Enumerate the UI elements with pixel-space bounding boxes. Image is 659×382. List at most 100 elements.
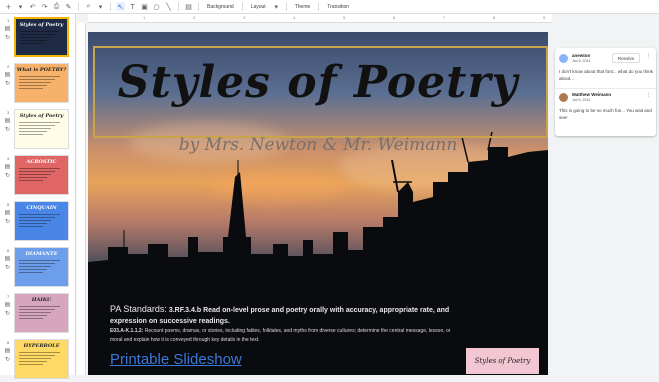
- slide-thumbnail[interactable]: HAIKU: [14, 293, 69, 333]
- thumbnail-text-line: [19, 266, 52, 267]
- printable-slideshow-link[interactable]: Printable Slideshow: [110, 351, 242, 368]
- background-button[interactable]: Background: [204, 4, 237, 10]
- slide-thumbnail[interactable]: CINQUAIN: [14, 201, 69, 241]
- slide-thumbnail-row[interactable]: 4 ▤ ↻ ACROSTIC: [0, 154, 76, 198]
- toolbar: + ▾ ↶ ↷ ⎙ ✎ ⌕ ▾ ↖ T ▣ ○ ╲ ▤ Background L…: [0, 0, 659, 14]
- standards-text-box[interactable]: PA Standards: 3.RF.3.4.b Read on-level p…: [110, 304, 460, 345]
- transition-icon: ↻: [4, 34, 11, 41]
- avatar: [559, 93, 568, 102]
- layout-button[interactable]: Layout: [248, 4, 269, 10]
- slide-thumbnail-title: HAIKU: [31, 297, 52, 303]
- avatar: [559, 54, 568, 63]
- paint-format-icon[interactable]: ✎: [64, 2, 73, 11]
- more-options-icon[interactable]: ⋮: [646, 53, 651, 59]
- slide-thumbnail[interactable]: What is POETRY?: [14, 63, 69, 103]
- thumbnail-text-line: [19, 177, 48, 178]
- slide-title[interactable]: Styles of Poetry: [88, 57, 548, 108]
- resolve-button[interactable]: Resolve: [612, 53, 640, 63]
- chevron-down-icon[interactable]: ▾: [272, 2, 281, 11]
- slide-thumbnail-title: DIAMANTE: [25, 251, 58, 257]
- comment-icon: ▤: [4, 347, 11, 354]
- thumbnail-text-line: [19, 214, 60, 215]
- slide-subtitle[interactable]: by Mrs. Newton & Mr. Weimann: [88, 135, 548, 155]
- transition-button[interactable]: Transition: [324, 4, 352, 10]
- ruler-mark: 8: [493, 15, 496, 20]
- slide-thumbnail-body: [20, 31, 63, 46]
- slide-thumbnail-title: Styles of Poetry: [19, 113, 64, 119]
- comment-icon[interactable]: ▤: [184, 2, 193, 11]
- slide-thumbnail-body: [19, 260, 64, 275]
- thumbnail-text-line: [19, 125, 56, 126]
- thumbnail-text-line: [19, 220, 52, 221]
- slide-thumbnail-row[interactable]: 3 ▤ ↻ Styles of Poetry: [0, 108, 76, 152]
- zoom-icon[interactable]: ⌕: [84, 2, 93, 11]
- slide-thumbnail-body: [19, 122, 64, 137]
- image-icon[interactable]: ▣: [140, 2, 149, 11]
- text-box-icon[interactable]: T: [128, 2, 137, 11]
- thumbnail-text-line: [19, 312, 52, 313]
- thumbnail-text-line: [19, 223, 48, 224]
- thumbnail-text-line: [19, 315, 48, 316]
- slide-thumbnail-body: [19, 214, 64, 229]
- transition-icon: ↻: [4, 80, 11, 87]
- transition-icon: ↻: [4, 126, 11, 133]
- comment-author: anewton: [572, 53, 591, 58]
- transition-icon: ↻: [4, 356, 11, 363]
- theme-button[interactable]: Theme: [292, 4, 314, 10]
- slide-status-icons: ▤ ↻: [3, 348, 12, 363]
- slide-thumbnail-row[interactable]: 8 ▤ ↻ HYPERBOLE: [0, 338, 76, 382]
- horizontal-ruler[interactable]: 1 2 3 4 5 6 7 8 9: [88, 14, 552, 23]
- slide-status-icons: ▤ ↻: [3, 302, 12, 317]
- toolbar-divider: [318, 2, 320, 11]
- more-options-icon[interactable]: ⋮: [646, 92, 651, 98]
- undo-icon[interactable]: ↶: [28, 2, 37, 11]
- comments-panel: anewton Jan 6, 2014 Resolve ⋮ I don't kn…: [552, 14, 659, 375]
- slide-thumbnail-row[interactable]: 7 ▤ ↻ HAIKU: [0, 292, 76, 336]
- chevron-down-icon[interactable]: ▾: [96, 2, 105, 11]
- comment-divider: [555, 88, 656, 89]
- ruler-mark: 9: [543, 15, 546, 20]
- slide-thumbnail[interactable]: HYPERBOLE: [14, 339, 69, 379]
- toolbar-divider: [285, 2, 287, 11]
- thumbnail-text-line: [20, 37, 51, 38]
- thumbnail-text-line: [19, 352, 60, 353]
- slide-thumbnail-title: What is POETRY?: [16, 67, 67, 73]
- toolbar-divider: [178, 2, 179, 11]
- thumbnail-text-line: [19, 361, 48, 362]
- slide-thumbnail-row[interactable]: 5 ▤ ↻ CINQUAIN: [0, 200, 76, 244]
- add-icon[interactable]: +: [4, 2, 13, 11]
- transition-icon: ↻: [4, 172, 11, 179]
- thumbnail-text-line: [19, 355, 56, 356]
- print-icon[interactable]: ⎙: [52, 2, 61, 11]
- comment-icon: ▤: [4, 301, 11, 308]
- chevron-down-icon[interactable]: ▾: [16, 2, 25, 11]
- slide-thumbnail-row[interactable]: 1 ▤ ↻ Styles of Poetry: [0, 16, 76, 60]
- comment-thread[interactable]: anewton Jan 6, 2014 Resolve ⋮ I don't kn…: [555, 48, 656, 136]
- select-icon[interactable]: ↖: [116, 2, 125, 11]
- comment-icon: ▤: [4, 25, 11, 32]
- thumbnail-text-line: [19, 226, 44, 227]
- thumbnail-text-line: [19, 306, 60, 307]
- comment-icon: ▤: [4, 209, 11, 216]
- slide-thumbnail[interactable]: Styles of Poetry: [14, 17, 69, 57]
- slide-number: 1: [7, 18, 10, 23]
- slide-number: 3: [7, 110, 10, 115]
- slide-thumbnail[interactable]: Styles of Poetry: [14, 109, 69, 149]
- shape-icon[interactable]: ○: [152, 2, 161, 11]
- redo-icon[interactable]: ↷: [40, 2, 49, 11]
- transition-icon: ↻: [4, 310, 11, 317]
- standard-2-code: E03.A-K.1.1.2:: [110, 328, 144, 334]
- slide-thumbnail[interactable]: ACROSTIC: [14, 155, 69, 195]
- line-icon[interactable]: ╲: [164, 2, 173, 11]
- slide-thumbnail-row[interactable]: 6 ▤ ↻ DIAMANTE: [0, 246, 76, 290]
- slide-canvas[interactable]: Styles of Poetry by Mrs. Newton & Mr. We…: [88, 32, 548, 375]
- thumbnail-text-line: [19, 122, 60, 123]
- thumbnail-text-line: [19, 168, 60, 169]
- thumbnail-text-line: [19, 260, 60, 261]
- slide-thumbnail-title: HYPERBOLE: [23, 343, 60, 349]
- mini-title-card[interactable]: Styles of Poetry: [466, 348, 539, 374]
- slide-thumbnail[interactable]: DIAMANTE: [14, 247, 69, 287]
- vertical-ruler[interactable]: [77, 23, 86, 375]
- standard-2-text: Recount poems, dramas, or stories, inclu…: [110, 328, 451, 343]
- slide-thumbnail-row[interactable]: 2 ▤ ↻ What is POETRY?: [0, 62, 76, 106]
